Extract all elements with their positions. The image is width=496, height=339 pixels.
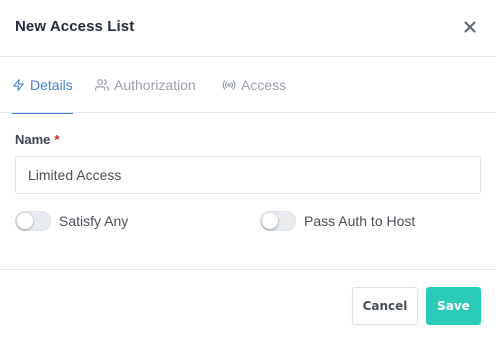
tab-access-label: Access	[241, 77, 287, 93]
name-input[interactable]	[15, 156, 481, 194]
users-icon	[95, 79, 109, 91]
modal-title: New Access List	[15, 18, 135, 35]
name-label: Name *	[15, 132, 59, 147]
satisfy-any-knob	[17, 213, 33, 229]
satisfy-any-label: Satisfy Any	[59, 213, 129, 229]
satisfy-any-toggle[interactable]: Satisfy Any	[15, 210, 128, 232]
close-button[interactable]	[460, 17, 480, 37]
modal-header: New Access List	[0, 0, 496, 57]
modal-footer: Cancel Save	[0, 269, 496, 339]
save-button[interactable]: Save	[426, 287, 481, 325]
tab-bar: Details Authorization Access	[0, 57, 496, 114]
tab-details-label: Details	[30, 77, 73, 93]
tab-access[interactable]: Access	[222, 57, 286, 113]
tab-authorization[interactable]: Authorization	[95, 57, 196, 113]
satisfy-any-switch[interactable]	[15, 211, 51, 231]
name-label-text: Name	[15, 132, 51, 147]
tab-authorization-label: Authorization	[114, 77, 196, 93]
tab-details[interactable]: Details	[12, 57, 73, 114]
pass-auth-toggle[interactable]: Pass Auth to Host	[260, 210, 415, 232]
access-list-modal: New Access List Details Authorization Ac…	[0, 0, 496, 339]
cancel-button[interactable]: Cancel	[352, 287, 418, 325]
radio-icon	[222, 80, 236, 90]
close-icon	[464, 21, 476, 33]
required-mark: *	[54, 132, 60, 147]
bolt-icon	[13, 79, 24, 91]
pass-auth-knob	[262, 213, 278, 229]
pass-auth-label: Pass Auth to Host	[304, 213, 416, 229]
pass-auth-switch[interactable]	[260, 211, 296, 231]
